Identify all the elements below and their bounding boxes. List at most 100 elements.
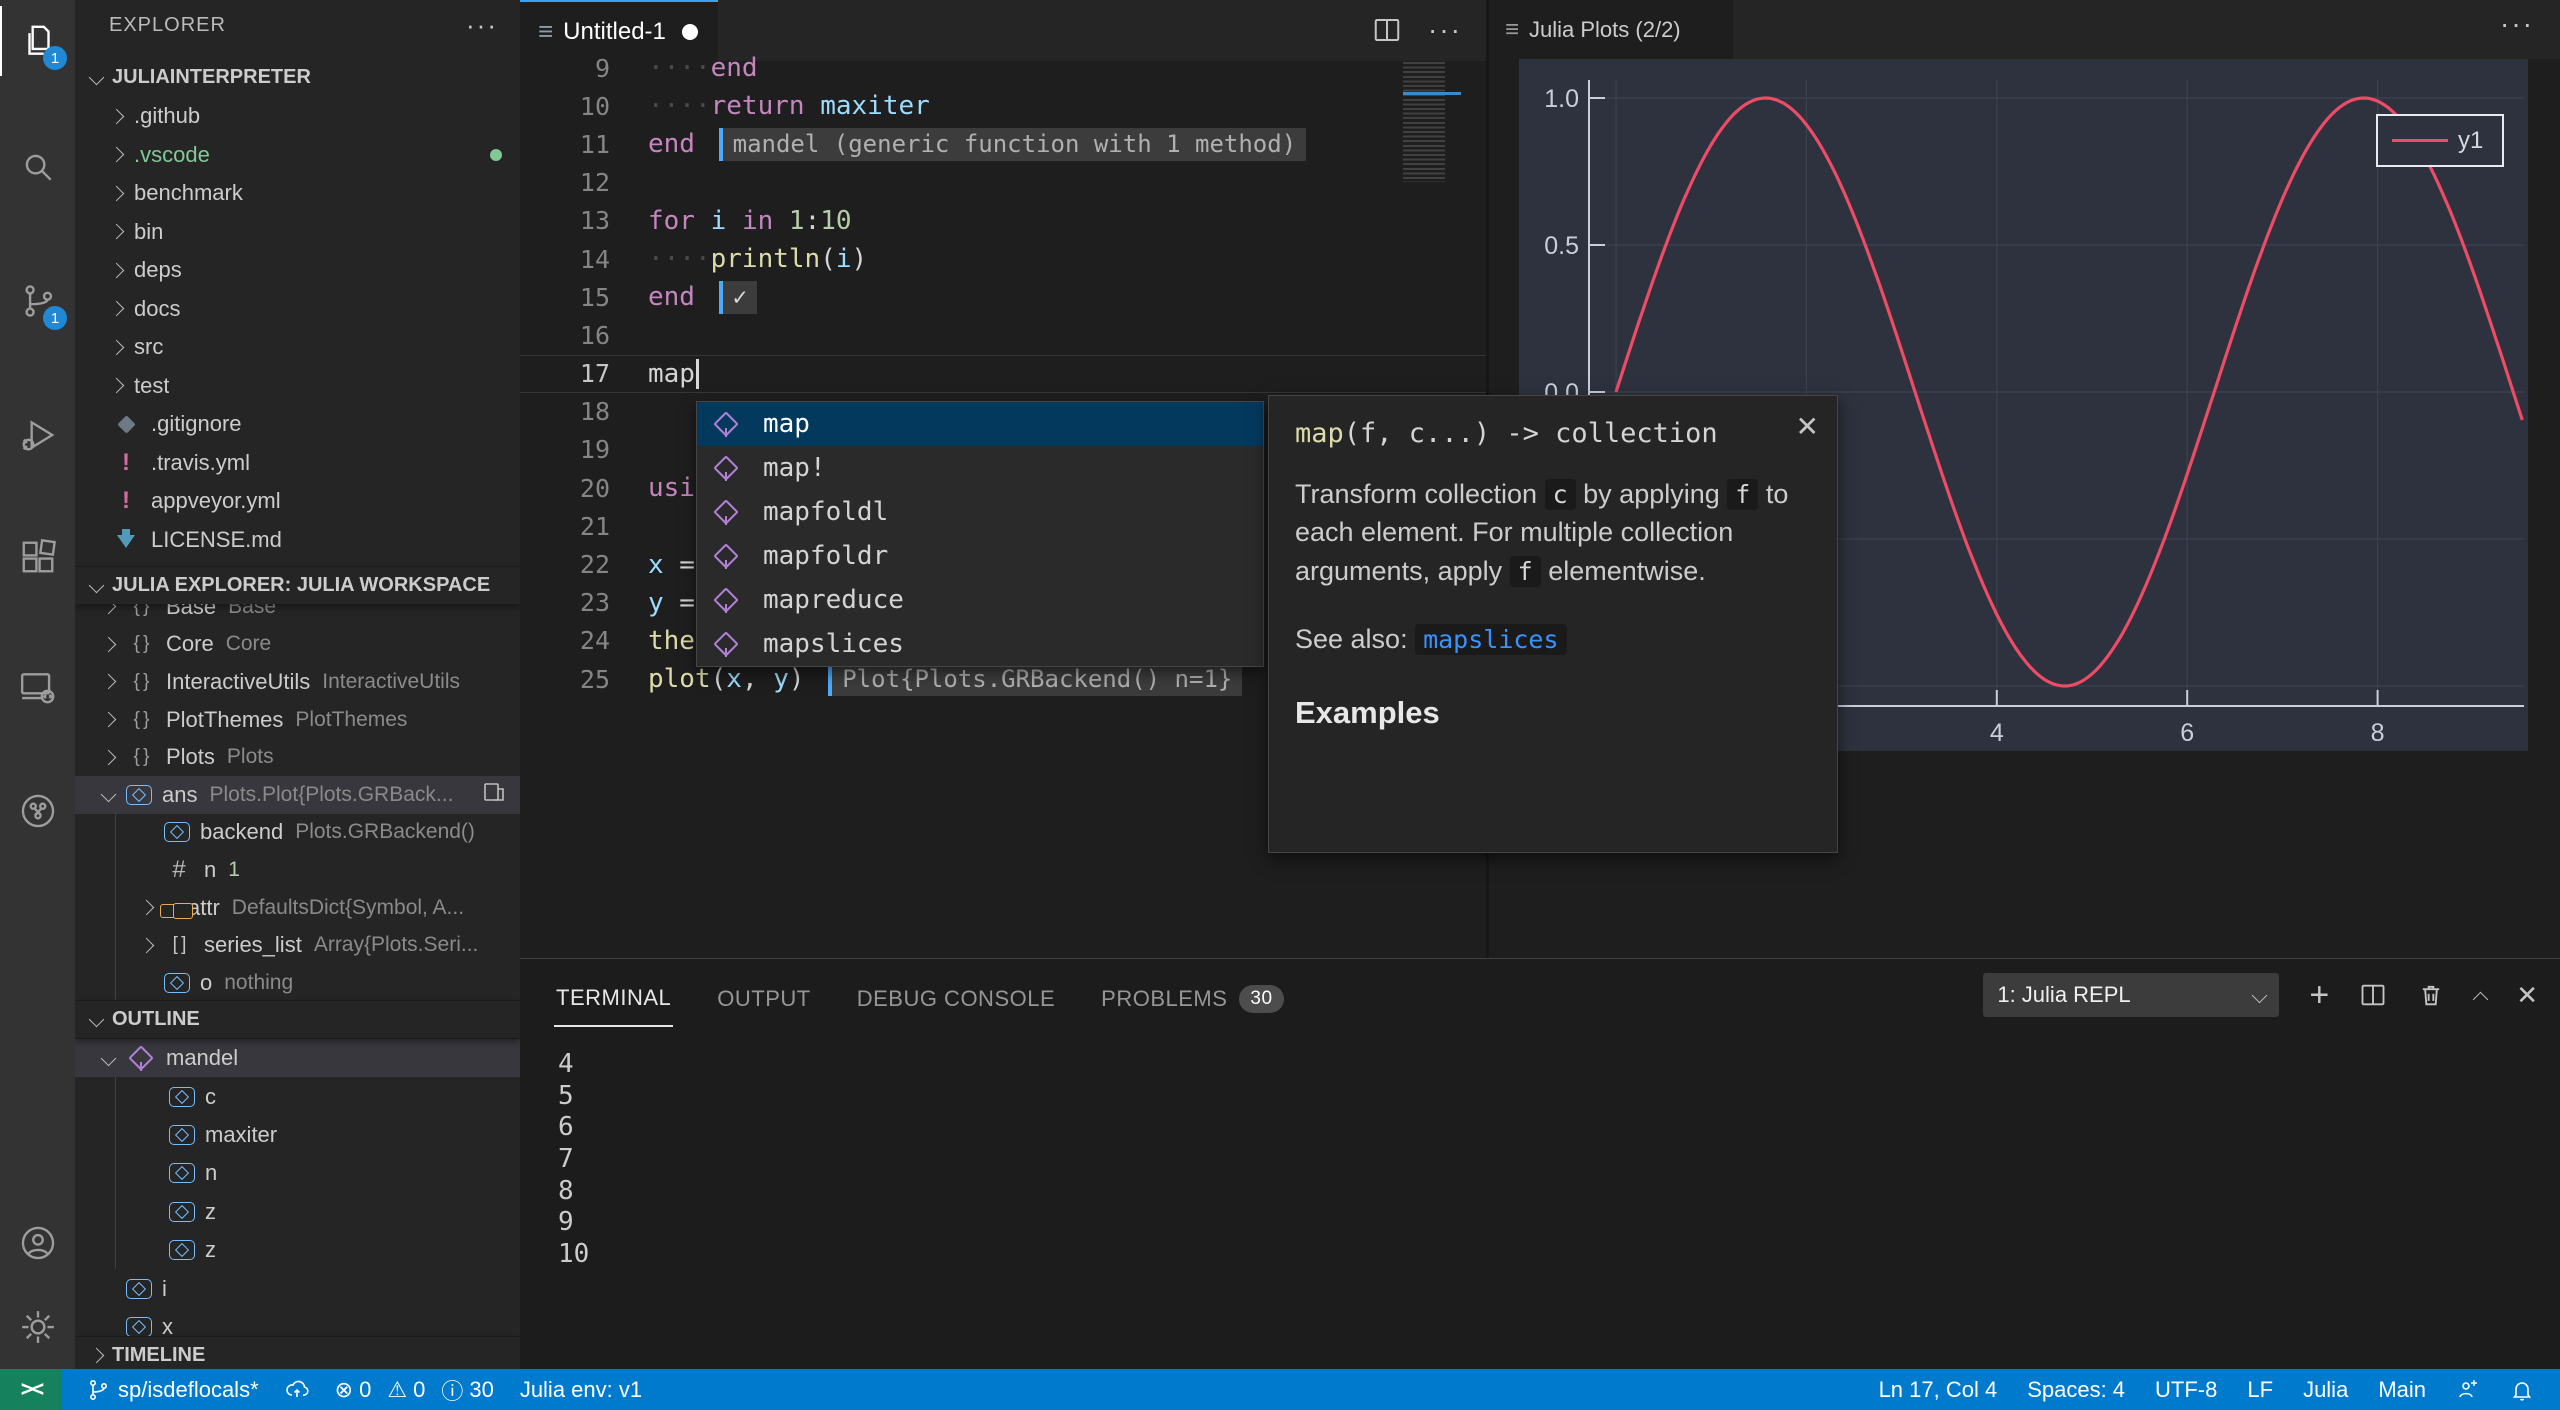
terminal-select[interactable]: 1: Julia REPL: [1983, 973, 2280, 1017]
open-to-side-icon[interactable]: [482, 780, 506, 810]
language-status[interactable]: Julia: [2303, 1377, 2348, 1403]
workspace-row[interactable]: InteractiveUtils InteractiveUtils: [75, 663, 520, 701]
indentation-status[interactable]: Spaces: 4: [2027, 1377, 2125, 1403]
section-header-outline[interactable]: OUTLINE: [75, 1000, 520, 1038]
code-line[interactable]: 13 for i in 1:10: [520, 202, 1486, 240]
workspace-row[interactable]: attr DefaultsDict{Symbol, A...: [75, 888, 520, 927]
panel-tab[interactable]: DEBUG CONSOLE: [855, 972, 1057, 1026]
close-icon[interactable]: ✕: [1796, 410, 1819, 443]
panel-tab[interactable]: PROBLEMS 30: [1099, 971, 1285, 1027]
file-tree-row[interactable]: .github: [75, 97, 520, 136]
plots-more-icon[interactable]: ···: [2500, 8, 2534, 40]
settings-button[interactable]: [0, 1292, 75, 1362]
search-activity-button[interactable]: [0, 132, 75, 202]
completion-item[interactable]: mapfoldr: [697, 534, 1263, 578]
eol-status[interactable]: LF: [2247, 1377, 2273, 1403]
code-line[interactable]: 12: [520, 164, 1486, 202]
outline-row[interactable]: n: [75, 1154, 520, 1193]
workspace-row[interactable]: ans Plots.Plot{Plots.GRBack...: [75, 775, 520, 814]
file-tree-row[interactable]: .vscode: [75, 136, 520, 175]
extensions-activity-button[interactable]: [0, 522, 75, 592]
section-header-timeline[interactable]: TIMELINE: [75, 1336, 520, 1369]
file-tree-row[interactable]: .gitignore: [75, 405, 520, 444]
completion-item[interactable]: mapslices: [697, 622, 1263, 666]
run-debug-activity-button[interactable]: [0, 400, 75, 470]
completion-item[interactable]: mapreduce: [697, 578, 1263, 622]
outline-row[interactable]: z: [75, 1230, 520, 1270]
code-token: println: [710, 244, 821, 275]
explorer-activity-button[interactable]: 1: [0, 6, 75, 76]
unsaved-dot-icon[interactable]: [681, 23, 698, 40]
account-button[interactable]: [0, 1208, 75, 1278]
workspace-row[interactable]: backend Plots.GRBackend(): [75, 813, 520, 852]
file-tree-row[interactable]: src: [75, 328, 520, 367]
julia-activity-button[interactable]: [0, 776, 75, 846]
code-line[interactable]: 11 end mandel (generic function with 1 m…: [520, 125, 1486, 163]
outline-row[interactable]: maxiter: [75, 1115, 520, 1155]
remote-explorer-activity-button[interactable]: [0, 652, 75, 722]
maximize-panel-icon[interactable]: [2472, 991, 2489, 1007]
julia-env-status[interactable]: Julia env: v1: [520, 1377, 642, 1403]
cursor-position-status[interactable]: Ln 17, Col 4: [1879, 1377, 1998, 1403]
file-tree-row[interactable]: LICENSE.md: [75, 521, 520, 560]
file-tree-row[interactable]: .travis.yml: [75, 444, 520, 483]
encoding-status[interactable]: UTF-8: [2155, 1377, 2217, 1403]
code-token: ): [788, 664, 821, 695]
code-token: 1: [788, 205, 805, 236]
outline-row[interactable]: i: [75, 1269, 520, 1307]
file-tree-row[interactable]: appveyor.yml: [75, 482, 520, 521]
code-token: end: [648, 129, 695, 160]
split-editor-icon[interactable]: [1372, 15, 1402, 45]
file-tree-row[interactable]: docs: [75, 290, 520, 329]
workspace-row[interactable]: o nothing: [75, 963, 520, 1002]
file-tree-row[interactable]: benchmark: [75, 174, 520, 213]
section-header-juliainterpreter[interactable]: JULIAINTERPRETER: [75, 58, 520, 96]
line-number: 24: [579, 626, 610, 656]
completion-item[interactable]: mapfoldl: [697, 490, 1263, 534]
file-tree-row[interactable]: bin: [75, 213, 520, 252]
workspace-row[interactable]: Core Core: [75, 626, 520, 664]
problems-status[interactable]: ⊗ 0 ⚠ 0 ⓘ 30: [335, 1374, 494, 1406]
file-tree-row[interactable]: deps: [75, 251, 520, 290]
explorer-more-icon[interactable]: ···: [466, 10, 498, 41]
code-line[interactable]: 17 map: [520, 354, 1486, 393]
tab-julia-plots[interactable]: ≡ Julia Plots (2/2): [1489, 0, 1733, 59]
minimap[interactable]: [1403, 62, 1461, 182]
source-control-activity-button[interactable]: 1: [0, 266, 75, 336]
remote-indicator[interactable]: ><: [0, 1369, 62, 1410]
workspace-row[interactable]: PlotThemes PlotThemes: [75, 701, 520, 739]
chevron-icon: [108, 377, 125, 394]
outline-row[interactable]: c: [75, 1077, 520, 1117]
code-line[interactable]: 10 ···· return maxiter: [520, 87, 1486, 125]
outline-row[interactable]: z: [75, 1192, 520, 1232]
branch-status[interactable]: sp/isdeflocals*: [86, 1377, 259, 1403]
workspace-row[interactable]: n 1: [75, 851, 520, 889]
feedback-icon[interactable]: [2456, 1378, 2480, 1402]
new-terminal-icon[interactable]: +: [2309, 976, 2329, 1015]
kill-terminal-icon[interactable]: [2417, 981, 2445, 1009]
code-line[interactable]: 15 end ✓: [520, 278, 1486, 316]
close-panel-icon[interactable]: ✕: [2516, 980, 2538, 1011]
workspace-row[interactable]: series_list Array{Plots.Seri...: [75, 926, 520, 964]
completion-item[interactable]: map!: [697, 446, 1263, 490]
workspace-row[interactable]: Plots Plots: [75, 738, 520, 776]
symbol-icon: [164, 855, 194, 885]
panel-tab[interactable]: TERMINAL: [554, 971, 674, 1027]
gitlens-mode-status[interactable]: Main: [2378, 1377, 2426, 1403]
sync-status[interactable]: [285, 1378, 309, 1402]
code-token: ✓: [718, 280, 758, 314]
panel-tab[interactable]: OUTPUT: [715, 972, 812, 1026]
editor-more-icon[interactable]: ···: [1428, 14, 1462, 46]
minimap-current-line: [1403, 92, 1461, 95]
split-terminal-icon[interactable]: [2359, 981, 2387, 1009]
code-line[interactable]: 16: [520, 316, 1486, 354]
section-header-julia-workspace[interactable]: JULIA EXPLORER: JULIA WORKSPACE: [75, 566, 520, 604]
completion-item[interactable]: map: [697, 402, 1263, 446]
file-tree-row[interactable]: test: [75, 367, 520, 406]
doc-see-also[interactable]: See also: mapslices: [1295, 623, 1811, 655]
outline-row[interactable]: mandel: [75, 1039, 520, 1078]
code-line[interactable]: 9 ···· end: [520, 49, 1486, 87]
terminal-output[interactable]: 4 5 6 7 8 9 10: [558, 1049, 589, 1334]
code-line[interactable]: 14 ···· println(i): [520, 240, 1486, 278]
notifications-bell-icon[interactable]: [2510, 1378, 2534, 1402]
